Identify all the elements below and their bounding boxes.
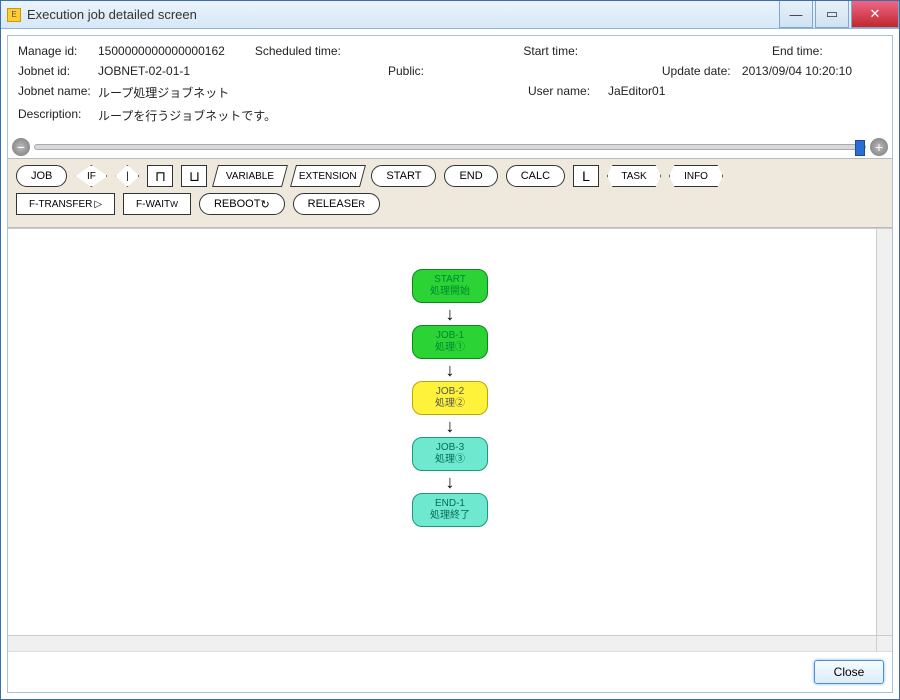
palette-release[interactable]: RELEASER [293, 193, 380, 215]
flow-node-job2[interactable]: JOB-2処理② [412, 381, 488, 415]
flow-node-job1[interactable]: JOB-1処理① [412, 325, 488, 359]
public-label: Public: [388, 64, 468, 78]
jobnet-name-label: Jobnet name: [18, 84, 98, 101]
tool-palette: JOB IF | ⊓ ⊔ VARIABLE EXTENSION START EN… [8, 158, 892, 228]
start-label: Start time: [523, 44, 603, 58]
scheduled-label: Scheduled time: [255, 44, 355, 58]
flow-container: START処理開始 ↓ JOB-1処理① ↓ JOB-2処理② ↓ JOB-3処… [412, 269, 488, 527]
palette-branch-icon[interactable]: | [115, 165, 139, 187]
minimize-button[interactable]: — [779, 1, 813, 28]
end-label: End time: [772, 44, 852, 58]
arrow-down-icon: ↓ [446, 361, 455, 379]
palette-start[interactable]: START [371, 165, 436, 187]
arrow-down-icon: ↓ [446, 417, 455, 435]
reboot-icon: ↻ [260, 198, 269, 211]
palette-job[interactable]: JOB [16, 165, 67, 187]
palette-fork-icon[interactable]: ⊓ [147, 165, 173, 187]
arrow-down-icon: ↓ [446, 473, 455, 491]
palette-variable[interactable]: VARIABLE [212, 165, 288, 187]
update-label: Update date: [662, 64, 742, 78]
palette-extension[interactable]: EXTENSION [290, 165, 366, 187]
arrow-down-icon: ↓ [446, 305, 455, 323]
manage-id-value: 1500000000000000162 [98, 44, 225, 58]
palette-calc[interactable]: CALC [506, 165, 565, 187]
info-panel: Manage id: 1500000000000000162 Scheduled… [8, 36, 892, 136]
zoom-handle[interactable] [855, 140, 865, 156]
content-panel: Manage id: 1500000000000000162 Scheduled… [7, 35, 893, 693]
jobnet-id-label: Jobnet id: [18, 64, 98, 78]
palette-task[interactable]: TASK [607, 165, 661, 187]
zoom-out-button[interactable]: − [12, 138, 30, 156]
arrow-icon: ▷ [94, 199, 102, 210]
palette-info[interactable]: INFO [669, 165, 723, 187]
zoom-in-button[interactable]: + [870, 138, 888, 156]
user-label: User name: [528, 84, 608, 101]
maximize-button[interactable]: ▭ [815, 1, 849, 28]
zoom-slider: − + [8, 136, 892, 158]
flow-node-job3[interactable]: JOB-3処理③ [412, 437, 488, 471]
flow-node-start[interactable]: START処理開始 [412, 269, 488, 303]
palette-end[interactable]: END [444, 165, 497, 187]
horizontal-scrollbar[interactable] [8, 635, 892, 651]
app-icon: E [7, 8, 21, 22]
palette-fwait[interactable]: F-WAITW [123, 193, 191, 215]
jobnet-id-value: JOBNET-02-01-1 [98, 64, 358, 78]
close-button[interactable]: Close [814, 660, 884, 684]
palette-reboot[interactable]: REBOOT↻ [199, 193, 285, 215]
desc-label: Description: [18, 107, 98, 124]
flow-node-end[interactable]: END-1処理終了 [412, 493, 488, 527]
palette-loop-icon[interactable]: L [573, 165, 599, 187]
update-value: 2013/09/04 10:20:10 [742, 64, 852, 78]
footer: Close [8, 651, 892, 692]
app-window: E Execution job detailed screen — ▭ ✕ Ma… [0, 0, 900, 700]
palette-if[interactable]: IF [75, 165, 107, 187]
jobnet-name-value: ループ処理ジョブネット [98, 84, 498, 101]
manage-id-label: Manage id: [18, 44, 98, 58]
user-value: JaEditor01 [608, 84, 665, 101]
window-title: Execution job detailed screen [27, 7, 777, 22]
flow-canvas[interactable]: START処理開始 ↓ JOB-1処理① ↓ JOB-2処理② ↓ JOB-3処… [8, 228, 892, 635]
zoom-track[interactable] [34, 144, 866, 150]
palette-join-icon[interactable]: ⊔ [181, 165, 207, 187]
palette-ftransfer[interactable]: F-TRANSFER▷ [16, 193, 115, 215]
close-window-button[interactable]: ✕ [851, 1, 899, 28]
desc-value: ループを行うジョブネットです。 [98, 107, 276, 124]
titlebar[interactable]: E Execution job detailed screen — ▭ ✕ [1, 1, 899, 29]
vertical-scrollbar[interactable] [876, 229, 892, 635]
